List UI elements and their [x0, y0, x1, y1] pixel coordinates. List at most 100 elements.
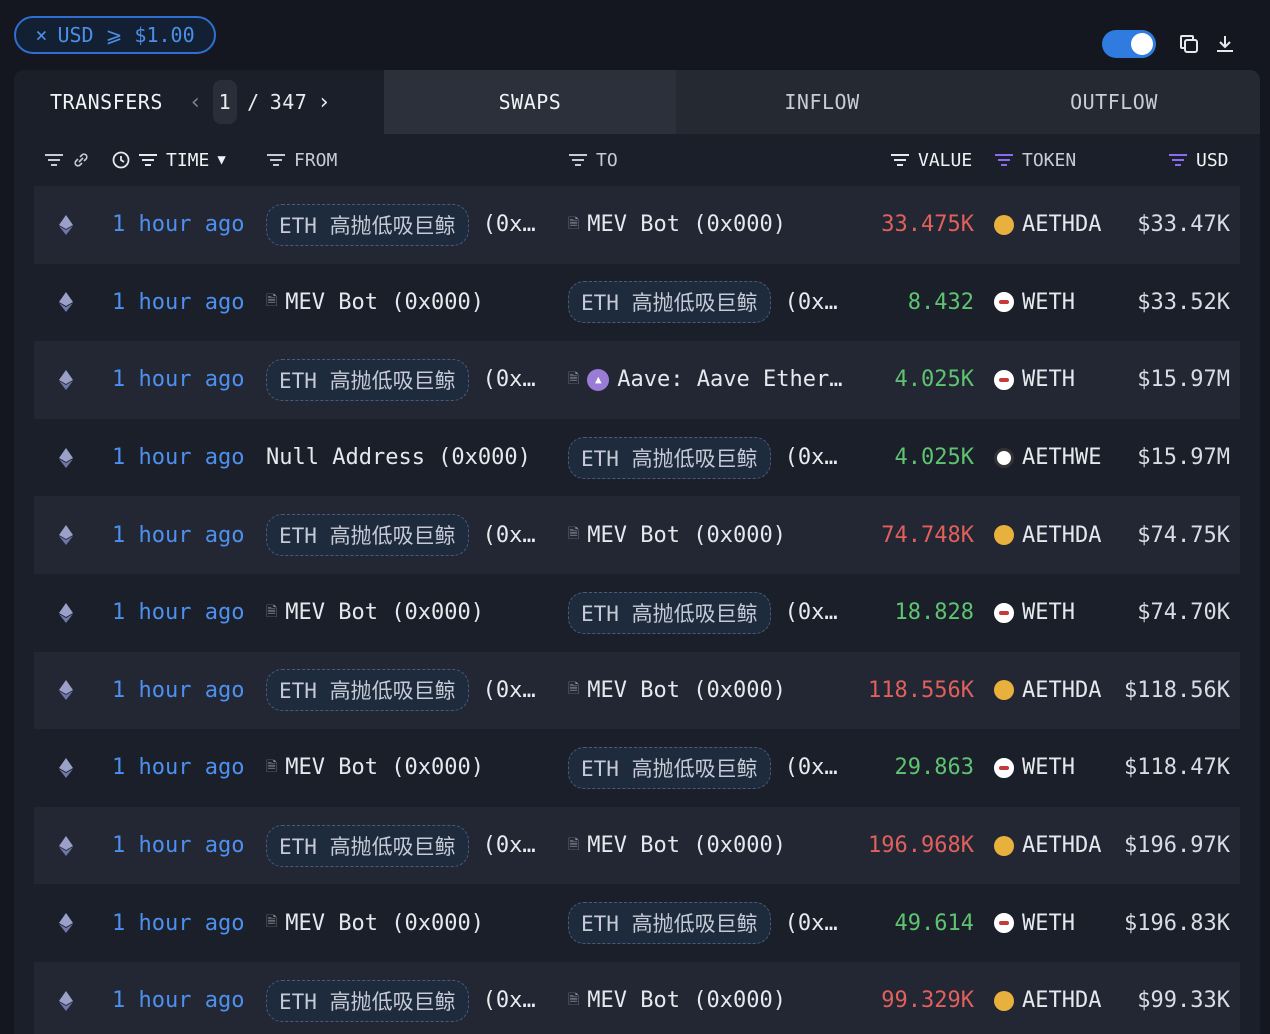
- to-cell: ETH 高抛低吸巨鲸 (0x…: [568, 574, 838, 652]
- token-cell[interactable]: AETHDA: [994, 807, 1101, 885]
- time-link[interactable]: 1 hour ago: [112, 341, 244, 419]
- usd-filter-chip[interactable]: × USD ⩾ $1.00: [14, 16, 216, 54]
- address-text[interactable]: (0x…: [483, 212, 536, 237]
- sort-desc-icon[interactable]: ▼: [217, 152, 225, 168]
- download-icon[interactable]: [1212, 30, 1238, 58]
- to-entity[interactable]: MEV Bot (0x000): [587, 988, 786, 1013]
- filter-icon[interactable]: [138, 152, 158, 168]
- address-text[interactable]: (0x…: [483, 367, 536, 392]
- header-to[interactable]: TO: [568, 134, 618, 186]
- entity-pill[interactable]: ETH 高抛低吸巨鲸: [266, 203, 469, 246]
- token-cell[interactable]: AETHWE: [994, 419, 1101, 497]
- table-row[interactable]: 1 hour ago 🗎 MEV Bot (0x000) ETH 高抛低吸巨鲸 (0…: [34, 574, 1240, 652]
- address-text[interactable]: (0x…: [483, 523, 536, 548]
- token-cell[interactable]: AETHDA: [994, 186, 1101, 264]
- from-entity[interactable]: MEV Bot (0x000): [285, 755, 484, 780]
- time-link[interactable]: 1 hour ago: [112, 884, 244, 962]
- table-row[interactable]: 1 hour ago ETH 高抛低吸巨鲸 (0x… 🗎 MEV Bot (0x00…: [34, 496, 1240, 574]
- token-cell[interactable]: WETH: [994, 264, 1075, 342]
- to-entity[interactable]: MEV Bot (0x000): [587, 678, 786, 703]
- table-row[interactable]: 1 hour ago 🗎 MEV Bot (0x000) ETH 高抛低吸巨鲸 (0…: [34, 884, 1240, 962]
- address-text[interactable]: (0x…: [785, 600, 838, 625]
- close-icon[interactable]: ×: [35, 23, 47, 47]
- address-text[interactable]: (0x…: [483, 988, 536, 1013]
- address-text[interactable]: (0x…: [483, 833, 536, 858]
- entity-pill[interactable]: ETH 高抛低吸巨鲸: [266, 514, 469, 557]
- time-link[interactable]: 1 hour ago: [112, 729, 244, 807]
- time-link[interactable]: 1 hour ago: [112, 962, 244, 1034]
- address-text[interactable]: (0x…: [483, 678, 536, 703]
- tab-swaps[interactable]: SWAPS: [384, 70, 676, 134]
- address-text[interactable]: (0x…: [785, 290, 838, 315]
- table-row[interactable]: 1 hour ago Null Address (0x000) ETH 高抛低吸…: [34, 419, 1240, 497]
- table-row[interactable]: 1 hour ago ETH 高抛低吸巨鲸 (0x… 🗎 MEV Bot (0x00…: [34, 961, 1240, 1034]
- tab-outflow[interactable]: OUTFLOW: [968, 70, 1260, 134]
- value-amount: 18.828: [894, 600, 974, 626]
- page-current[interactable]: 1: [212, 80, 238, 124]
- from-entity[interactable]: Null Address (0x000): [266, 445, 531, 470]
- header-time[interactable]: TIME ▼: [112, 134, 226, 186]
- entity-pill[interactable]: ETH 高抛低吸巨鲸: [568, 281, 771, 324]
- chevron-right-icon[interactable]: ›: [317, 90, 331, 115]
- filter-icon[interactable]: [568, 152, 588, 168]
- token-cell[interactable]: WETH: [994, 574, 1075, 652]
- table-row[interactable]: 1 hour ago ETH 高抛低吸巨鲸 (0x… 🗎 ▲ Aave: Aave E…: [34, 341, 1240, 419]
- time-link[interactable]: 1 hour ago: [112, 496, 244, 574]
- time-link[interactable]: 1 hour ago: [112, 264, 244, 342]
- tab-bar: TRANSFERS ‹ 1 / 347 › SWAPS INFLOW OUTFL…: [14, 70, 1260, 134]
- token-symbol: AETHDA: [1022, 522, 1102, 548]
- token-cell[interactable]: AETHDA: [994, 496, 1101, 574]
- filter-icon[interactable]: [1168, 152, 1188, 168]
- token-cell[interactable]: WETH: [994, 729, 1075, 807]
- entity-pill[interactable]: ETH 高抛低吸巨鲸: [266, 824, 469, 867]
- table-row[interactable]: 1 hour ago ETH 高抛低吸巨鲸 (0x… 🗎 MEV Bot (0x00…: [34, 186, 1240, 264]
- header-token[interactable]: TOKEN: [994, 134, 1076, 186]
- to-entity[interactable]: MEV Bot (0x000): [587, 833, 786, 858]
- filter-icon[interactable]: [266, 152, 286, 168]
- address-text[interactable]: (0x…: [785, 911, 838, 936]
- to-entity[interactable]: MEV Bot (0x000): [587, 523, 786, 548]
- token-cell[interactable]: WETH: [994, 884, 1075, 962]
- header-from[interactable]: FROM: [266, 134, 337, 186]
- entity-pill[interactable]: ETH 高抛低吸巨鲸: [568, 902, 771, 945]
- entity-pill[interactable]: ETH 高抛低吸巨鲸: [266, 979, 469, 1022]
- header-usd[interactable]: USD: [1168, 134, 1229, 186]
- entity-pill[interactable]: ETH 高抛低吸巨鲸: [568, 436, 771, 479]
- time-link[interactable]: 1 hour ago: [112, 807, 244, 885]
- tab-transfers[interactable]: TRANSFERS ‹ 1 / 347 ›: [14, 70, 384, 134]
- token-cell[interactable]: AETHDA: [994, 962, 1101, 1034]
- usd-amount: $15.97M: [1137, 367, 1230, 393]
- time-link[interactable]: 1 hour ago: [112, 186, 244, 264]
- to-entity[interactable]: Aave: Aave Ether…: [617, 367, 842, 392]
- table-row[interactable]: 1 hour ago ETH 高抛低吸巨鲸 (0x… 🗎 MEV Bot (0x00…: [34, 651, 1240, 730]
- header-filter-link[interactable]: [44, 134, 90, 186]
- address-text[interactable]: (0x…: [785, 445, 838, 470]
- address-text[interactable]: (0x…: [785, 755, 838, 780]
- filter-icon[interactable]: [890, 152, 910, 168]
- entity-pill[interactable]: ETH 高抛低吸巨鲸: [568, 591, 771, 634]
- time-link[interactable]: 1 hour ago: [112, 574, 244, 652]
- chevron-left-icon[interactable]: ‹: [189, 90, 203, 115]
- table-row[interactable]: 1 hour ago 🗎 MEV Bot (0x000) ETH 高抛低吸巨鲸 (0…: [34, 264, 1240, 342]
- token-cell[interactable]: AETHDA: [994, 652, 1101, 730]
- entity-pill[interactable]: ETH 高抛低吸巨鲸: [266, 358, 469, 401]
- link-icon[interactable]: [72, 151, 90, 169]
- token-cell[interactable]: WETH: [994, 341, 1075, 419]
- table-row[interactable]: 1 hour ago 🗎 MEV Bot (0x000) ETH 高抛低吸巨鲸 (0…: [34, 729, 1240, 807]
- time-link[interactable]: 1 hour ago: [112, 652, 244, 730]
- from-entity[interactable]: MEV Bot (0x000): [285, 290, 484, 315]
- from-entity[interactable]: MEV Bot (0x000): [285, 600, 484, 625]
- tab-inflow[interactable]: INFLOW: [676, 70, 968, 134]
- view-toggle[interactable]: [1102, 30, 1156, 58]
- entity-pill[interactable]: ETH 高抛低吸巨鲸: [568, 746, 771, 789]
- header-value[interactable]: VALUE: [890, 134, 972, 186]
- table-row[interactable]: 1 hour ago ETH 高抛低吸巨鲸 (0x… 🗎 MEV Bot (0x00…: [34, 806, 1240, 885]
- time-link[interactable]: 1 hour ago: [112, 419, 244, 497]
- filter-icon[interactable]: [44, 152, 64, 168]
- entity-pill[interactable]: ETH 高抛低吸巨鲸: [266, 669, 469, 712]
- filter-icon[interactable]: [994, 152, 1014, 168]
- copy-icon[interactable]: [1176, 30, 1202, 58]
- from-entity[interactable]: MEV Bot (0x000): [285, 911, 484, 936]
- to-entity[interactable]: MEV Bot (0x000): [587, 212, 786, 237]
- token-icon: [994, 680, 1014, 701]
